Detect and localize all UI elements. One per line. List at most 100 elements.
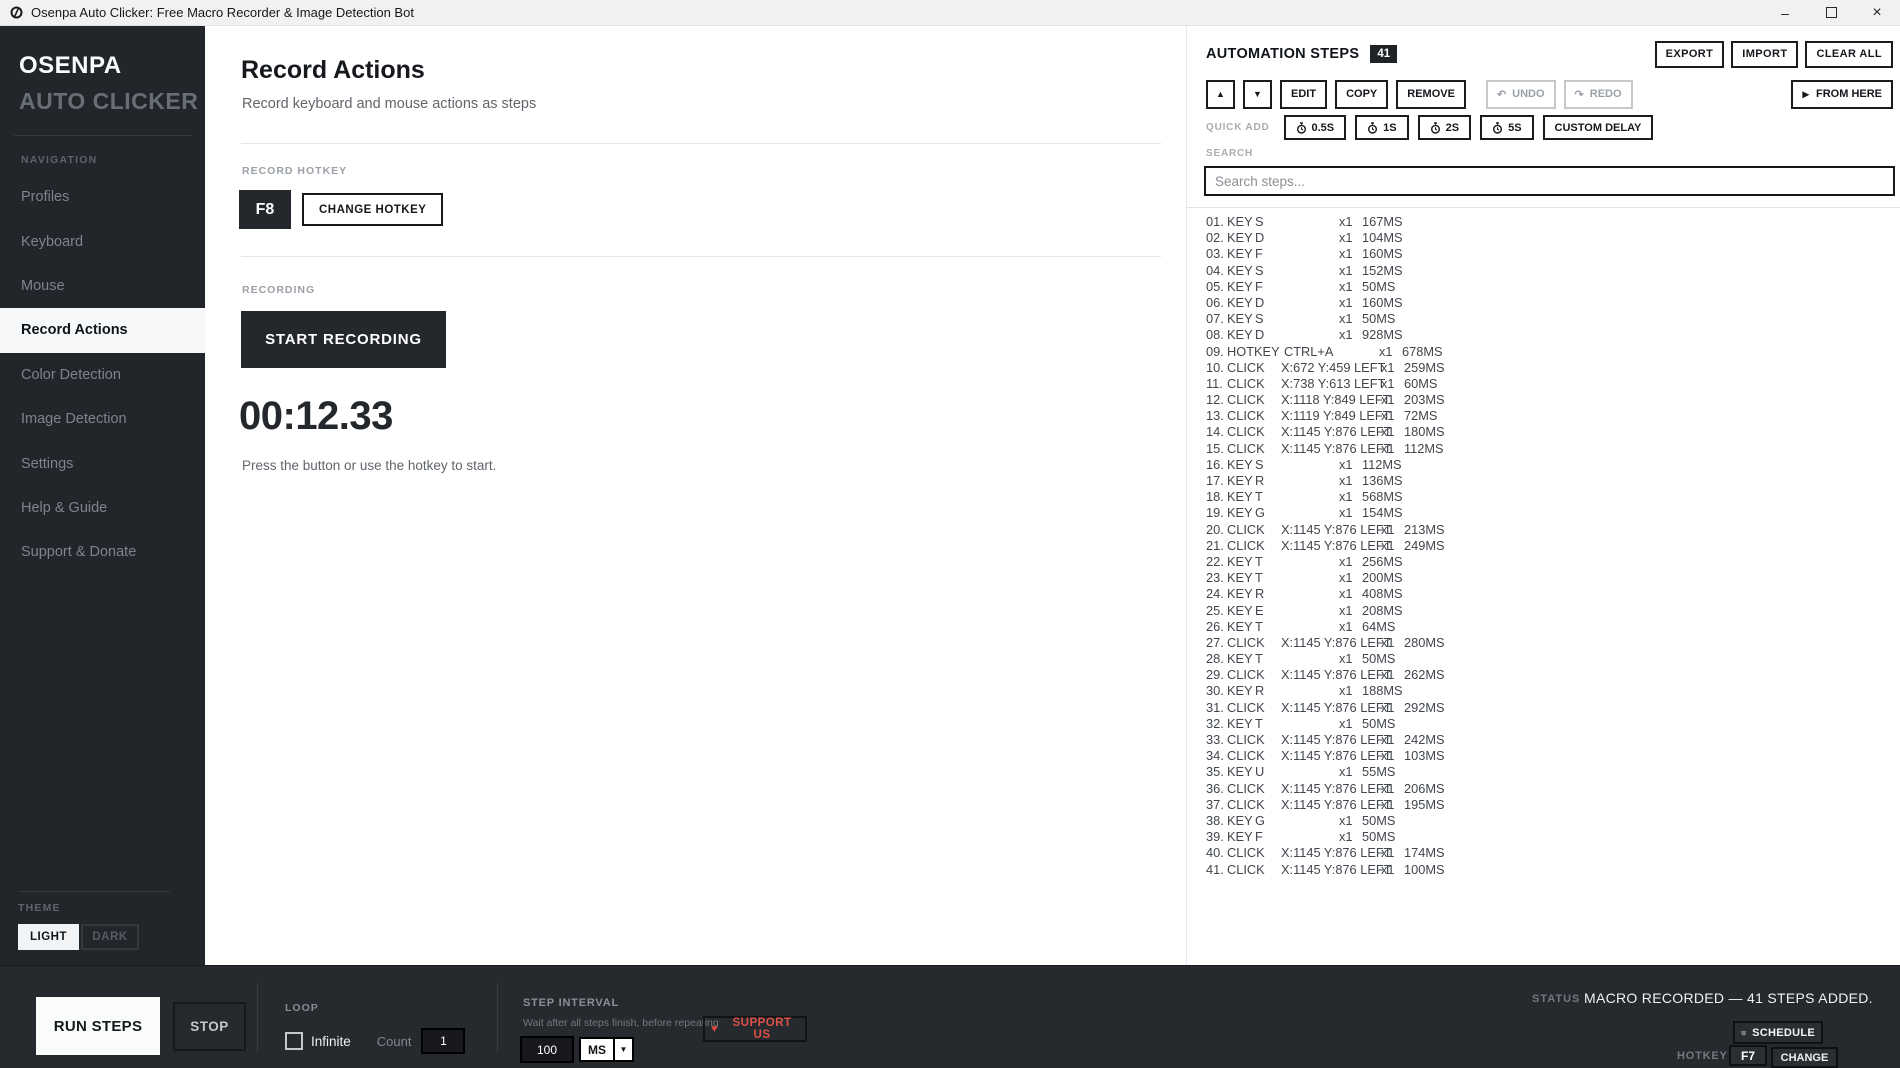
step-row[interactable]: 25. KEY Ex1 208MS <box>1206 603 1445 619</box>
sidebar-item-color-detection[interactable]: Color Detection <box>0 353 205 397</box>
minimize-button[interactable]: – <box>1762 0 1808 25</box>
theme-light-button[interactable]: LIGHT <box>18 924 79 950</box>
steps-title: AUTOMATION STEPS <box>1206 46 1360 62</box>
step-row[interactable]: 01. KEY Sx1 167MS <box>1206 214 1445 230</box>
search-input[interactable] <box>1204 166 1895 196</box>
step-row[interactable]: 29. CLICK X:1145 Y:876 LEFTx1 262MS <box>1206 667 1445 683</box>
step-row[interactable]: 33. CLICK X:1145 Y:876 LEFTx1 242MS <box>1206 732 1445 748</box>
step-row[interactable]: 09. HOTKEY CTRL+A x1 678MS <box>1206 344 1445 360</box>
step-row[interactable]: 41. CLICK X:1145 Y:876 LEFTx1 100MS <box>1206 862 1445 878</box>
step-row[interactable]: 39. KEY Fx1 50MS <box>1206 829 1445 845</box>
theme-dark-button[interactable]: DARK <box>81 924 139 950</box>
interval-unit-select[interactable]: MS ▼ <box>579 1037 634 1062</box>
step-row[interactable]: 32. KEY Tx1 50MS <box>1206 716 1445 732</box>
hotkey-change-button[interactable]: CHANGE <box>1771 1047 1838 1068</box>
step-row[interactable]: 12. CLICK X:1118 Y:849 LEFTx1 203MS <box>1206 392 1445 408</box>
app-logo-icon <box>10 6 23 19</box>
step-row[interactable]: 27. CLICK X:1145 Y:876 LEFTx1 280MS <box>1206 635 1445 651</box>
move-up-button[interactable]: ▲ <box>1206 79 1235 109</box>
theme-toggle: LIGHT DARK <box>18 924 170 950</box>
brand-line2: AUTO CLICKER <box>19 88 199 114</box>
page-subtitle: Record keyboard and mouse actions as ste… <box>242 96 537 112</box>
quick-add-row: QUICK ADD 0.5S 1S 2S 5S CUSTOM DELAY <box>1206 115 1893 140</box>
step-row[interactable]: 28. KEY Tx1 50MS <box>1206 651 1445 667</box>
steps-list: 01. KEY Sx1 167MS 02. KEY Dx1 104MS 03. KEY Fx1 160… <box>1206 214 1445 878</box>
brand: OSENPA AUTO CLICKER <box>0 26 205 115</box>
step-row[interactable]: 10. CLICK X:672 Y:459 LEFTx1 259MS <box>1206 360 1445 376</box>
clear-all-button[interactable]: CLEAR ALL <box>1805 40 1893 68</box>
sidebar: OSENPA AUTO CLICKER NAVIGATION Profiles K… <box>0 26 205 965</box>
from-here-button[interactable]: ▶ FROM HERE <box>1791 79 1893 109</box>
sidebar-item-record-actions[interactable]: Record Actions <box>0 308 205 353</box>
sidebar-item-help-guide[interactable]: Help & Guide <box>0 486 205 530</box>
quick-add-1s-button[interactable]: 1S <box>1355 115 1409 140</box>
step-row[interactable]: 16. KEY Sx1 112MS <box>1206 457 1445 473</box>
step-row[interactable]: 36. CLICK X:1145 Y:876 LEFTx1 206MS <box>1206 781 1445 797</box>
run-steps-button[interactable]: RUN STEPS <box>36 997 160 1055</box>
step-row[interactable]: 24. KEY Rx1 408MS <box>1206 586 1445 602</box>
step-row[interactable]: 34. CLICK X:1145 Y:876 LEFTx1 103MS <box>1206 748 1445 764</box>
step-row[interactable]: 22. KEY Tx1 256MS <box>1206 554 1445 570</box>
maximize-button[interactable] <box>1808 0 1854 25</box>
step-row[interactable]: 03. KEY Fx1 160MS <box>1206 246 1445 262</box>
interval-value-input[interactable] <box>520 1036 574 1063</box>
step-row[interactable]: 14. CLICK X:1145 Y:876 LEFTx1 180MS <box>1206 424 1445 440</box>
step-row[interactable]: 40. CLICK X:1145 Y:876 LEFTx1 174MS <box>1206 845 1445 861</box>
undo-button[interactable]: ↶ UNDO <box>1485 79 1556 109</box>
step-row[interactable]: 18. KEY Tx1 568MS <box>1206 489 1445 505</box>
step-row[interactable]: 31. CLICK X:1145 Y:876 LEFTx1 292MS <box>1206 700 1445 716</box>
quick-add-5s-button[interactable]: 5S <box>1480 115 1534 140</box>
step-row[interactable]: 17. KEY Rx1 136MS <box>1206 473 1445 489</box>
alarm-clock-icon <box>1741 1030 1746 1035</box>
move-down-button[interactable]: ▼ <box>1243 79 1272 109</box>
hotkey-key-button[interactable]: F7 <box>1729 1045 1767 1066</box>
sidebar-item-settings[interactable]: Settings <box>0 441 205 485</box>
loop-count-input[interactable] <box>421 1028 466 1054</box>
step-row[interactable]: 20. CLICK X:1145 Y:876 LEFTx1 213MS <box>1206 522 1445 538</box>
redo-button[interactable]: ↷ REDO <box>1563 79 1633 109</box>
sidebar-item-keyboard[interactable]: Keyboard <box>0 219 205 263</box>
start-recording-button[interactable]: START RECORDING <box>241 311 446 368</box>
infinite-checkbox[interactable] <box>285 1032 303 1050</box>
custom-delay-button[interactable]: CUSTOM DELAY <box>1542 115 1654 140</box>
quick-add-2s-button[interactable]: 2S <box>1417 115 1472 140</box>
step-row[interactable]: 15. CLICK X:1145 Y:876 LEFTx1 112MS <box>1206 441 1445 457</box>
schedule-button[interactable]: SCHEDULE <box>1733 1021 1823 1044</box>
step-row[interactable]: 08. KEY Dx1 928MS <box>1206 327 1445 343</box>
step-row[interactable]: 13. CLICK X:1119 Y:849 LEFTx1 72MS <box>1206 408 1445 424</box>
step-row[interactable]: 21. CLICK X:1145 Y:876 LEFTx1 249MS <box>1206 538 1445 554</box>
step-row[interactable]: 23. KEY Tx1 200MS <box>1206 570 1445 586</box>
step-row[interactable]: 37. CLICK X:1145 Y:876 LEFTx1 195MS <box>1206 797 1445 813</box>
sidebar-item-image-detection[interactable]: Image Detection <box>0 397 205 441</box>
brand-line1: OSENPA <box>19 52 122 79</box>
clock-icon <box>1296 121 1306 134</box>
copy-button[interactable]: COPY <box>1335 79 1389 109</box>
step-row[interactable]: 26. KEY Tx1 64MS <box>1206 619 1445 635</box>
step-row[interactable]: 02. KEY Dx1 104MS <box>1206 230 1445 246</box>
step-row[interactable]: 07. KEY Sx1 50MS <box>1206 311 1445 327</box>
step-row[interactable]: 05. KEY Fx1 50MS <box>1206 279 1445 295</box>
stop-button[interactable]: STOP <box>173 1002 246 1051</box>
step-row[interactable]: 04. KEY Sx1 152MS <box>1206 263 1445 279</box>
step-row[interactable]: 19. KEY Gx1 154MS <box>1206 505 1445 521</box>
quick-add-0.5s-button[interactable]: 0.5S <box>1283 115 1347 140</box>
edit-button[interactable]: EDIT <box>1280 79 1328 109</box>
step-row[interactable]: 06. KEY Dx1 160MS <box>1206 295 1445 311</box>
step-row[interactable]: 35. KEY Ux1 55MS <box>1206 764 1445 780</box>
sidebar-item-mouse[interactable]: Mouse <box>0 264 205 308</box>
export-button[interactable]: EXPORT <box>1654 40 1725 68</box>
sidebar-item-support-donate[interactable]: Support & Donate <box>0 530 205 574</box>
count-label: Count <box>376 1033 412 1049</box>
step-row[interactable]: 11. CLICK X:738 Y:613 LEFTx1 60MS <box>1206 376 1445 392</box>
support-us-button[interactable]: ♥ SUPPORT US <box>703 1016 807 1042</box>
sidebar-item-profiles[interactable]: Profiles <box>0 175 205 219</box>
remove-button[interactable]: REMOVE <box>1396 79 1466 109</box>
bottom-bar: RUN STEPS STOP LOOP Infinite Count STEP … <box>0 965 1900 1068</box>
close-button[interactable]: × <box>1854 0 1900 25</box>
step-row[interactable]: 30. KEY Rx1 188MS <box>1206 683 1445 699</box>
recording-hint: Press the button or use the hotkey to st… <box>242 458 497 473</box>
change-hotkey-button[interactable]: CHANGE HOTKEY <box>302 193 444 226</box>
search-label: SEARCH <box>1206 148 1254 159</box>
import-button[interactable]: IMPORT <box>1731 40 1799 68</box>
step-row[interactable]: 38. KEY Gx1 50MS <box>1206 813 1445 829</box>
